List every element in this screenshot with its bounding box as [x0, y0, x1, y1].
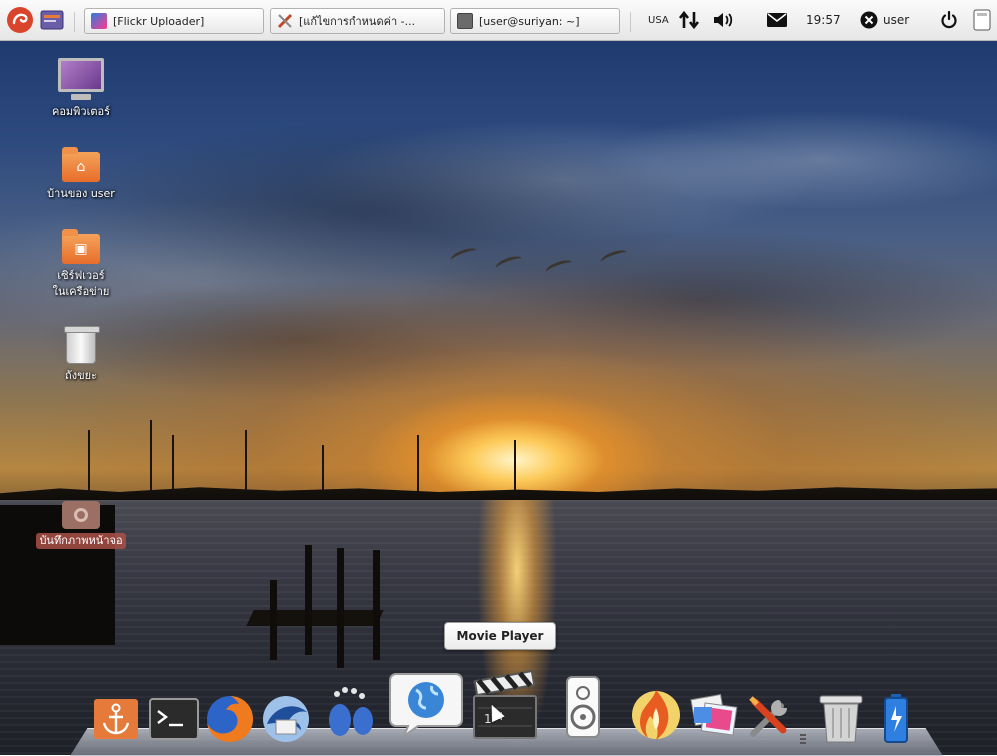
bird-silhouette: [448, 245, 480, 266]
trash-icon: [64, 326, 100, 364]
camera-icon: [62, 501, 100, 529]
home-folder-icon: ⌂: [62, 147, 100, 182]
image-viewer-icon[interactable]: [689, 693, 741, 741]
panel-separator: [630, 12, 631, 32]
terminal-icon[interactable]: [149, 697, 199, 741]
desktop-icon-label: ถังขยะ: [65, 369, 97, 382]
user-menu[interactable]: user: [860, 4, 909, 36]
battery-icon[interactable]: [882, 692, 910, 744]
panel-separator: [74, 12, 75, 32]
top-panel: [Flickr Uploader] [แก้ไขการกำหนดค่า -...…: [0, 0, 997, 41]
bird-silhouette: [543, 257, 575, 278]
desktop-icon-computer[interactable]: คอมพิวเตอร์: [31, 58, 131, 120]
desktop-icon-network[interactable]: ▣ เซิร์ฟเวอร์ในเครือข่าย: [31, 229, 131, 300]
anchor-icon[interactable]: [92, 697, 140, 741]
pier: [246, 610, 384, 626]
tools-icon[interactable]: [745, 692, 795, 742]
pier-post: [305, 545, 312, 655]
network-icon[interactable]: [678, 4, 700, 36]
bird-silhouette: [493, 253, 525, 274]
taskbar-item-label: [user@suriyan: ~]: [479, 14, 580, 28]
trash-icon[interactable]: [818, 692, 864, 744]
desktop-icon-label: บันทึกภาพหน้าจอ: [36, 533, 126, 549]
power-icon[interactable]: [940, 4, 958, 36]
desktop-icon-label: บ้านของ user: [47, 187, 115, 200]
desktop-icon-home[interactable]: ⌂ บ้านของ user: [31, 147, 131, 202]
firefox-icon[interactable]: [205, 694, 255, 744]
keyboard-layout-label: USA: [648, 14, 669, 26]
mail-icon[interactable]: [766, 4, 788, 36]
user-status-icon: [860, 11, 878, 29]
taskbar-config-editor[interactable]: [แก้ไขการกำหนดค่า -...: [270, 8, 445, 34]
gnome-foot-icon[interactable]: [321, 684, 379, 740]
taskbar-item-label: [แก้ไขการกำหนดค่า -...: [299, 15, 416, 28]
window-list-icon[interactable]: [972, 4, 992, 36]
thunderbird-icon[interactable]: [261, 694, 311, 744]
pier-post: [270, 580, 277, 660]
computer-icon: [58, 58, 104, 100]
desktop-icon-trash[interactable]: ถังขยะ: [31, 326, 131, 384]
taskbar-item-label: [Flickr Uploader]: [113, 14, 205, 28]
boat-mast: [150, 420, 152, 502]
bird-silhouette: [598, 247, 630, 268]
pier-post: [337, 548, 344, 668]
movie-player-icon[interactable]: 1: [470, 668, 540, 740]
taskbar-flickr-uploader[interactable]: [Flickr Uploader]: [84, 8, 264, 34]
speaker-icon[interactable]: [553, 675, 613, 739]
pier-post: [373, 550, 380, 660]
taskbar-terminal[interactable]: [user@suriyan: ~]: [450, 8, 620, 34]
dock-drag-handle[interactable]: [800, 734, 806, 744]
volume-icon[interactable]: [712, 4, 736, 36]
network-folder-icon: ▣: [62, 229, 100, 264]
desktop-icon-label: เซิร์ฟเวอร์ในเครือข่าย: [52, 269, 110, 298]
clock-time: 19:57: [806, 13, 841, 27]
desktop-icon-screenshot[interactable]: บันทึกภาพหน้าจอ: [31, 501, 131, 549]
tools-app-icon: [277, 13, 293, 29]
keyboard-layout-indicator[interactable]: USA: [648, 4, 669, 36]
clock[interactable]: 19:57: [806, 4, 841, 36]
distro-menu-icon[interactable]: [6, 4, 34, 36]
show-desktop-icon[interactable]: [40, 4, 64, 36]
desktop-icon-label: คอมพิวเตอร์: [51, 105, 111, 118]
flickr-app-icon: [91, 13, 107, 29]
boat-mast: [88, 430, 90, 500]
dock-tooltip: Movie Player: [444, 622, 556, 650]
flame-icon[interactable]: [628, 684, 684, 742]
user-name-label: user: [883, 13, 910, 27]
globe-chat-icon[interactable]: [388, 668, 464, 738]
terminal-app-icon: [457, 13, 473, 29]
